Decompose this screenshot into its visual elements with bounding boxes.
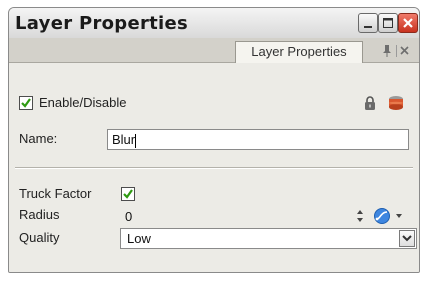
title-bar[interactable]: Layer Properties	[9, 8, 419, 39]
window-title: Layer Properties	[15, 13, 189, 34]
function-curve-icon[interactable]	[372, 206, 392, 226]
enable-disable-label: Enable/Disable	[39, 95, 127, 110]
dropdown-arrow-icon[interactable]	[395, 212, 403, 220]
truck-factor-label: Truck Factor	[19, 186, 92, 201]
pin-icon[interactable]	[383, 45, 391, 57]
name-value: Blur	[112, 132, 136, 147]
quality-label: Quality	[19, 230, 60, 245]
truck-factor-checkbox[interactable]	[121, 187, 135, 201]
minimize-icon	[364, 26, 372, 28]
tab-strip: Layer Properties	[9, 38, 419, 63]
layer-color-icon[interactable]	[386, 94, 406, 112]
section-divider	[15, 167, 413, 169]
stepper-icon[interactable]	[355, 209, 365, 223]
quality-select[interactable]: Low	[120, 228, 417, 249]
name-label: Name:	[19, 131, 58, 146]
quality-value: Low	[127, 231, 151, 246]
radius-label: Radius	[19, 207, 60, 222]
quality-dropdown-button[interactable]	[399, 230, 415, 247]
close-icon	[403, 18, 413, 28]
radius-value: 0	[125, 209, 133, 224]
chevron-down-icon	[402, 235, 412, 242]
maximize-button[interactable]	[378, 13, 398, 33]
lock-icon[interactable]	[361, 94, 379, 112]
checkmark-icon	[123, 189, 133, 199]
tab-controls	[379, 42, 417, 60]
name-field[interactable]: Blur	[107, 129, 409, 150]
tab-layer-properties[interactable]: Layer Properties	[235, 41, 363, 63]
minimize-button[interactable]	[358, 13, 378, 33]
close-icon[interactable]	[400, 46, 409, 55]
checkmark-icon	[21, 98, 31, 108]
close-button[interactable]	[398, 13, 418, 33]
maximize-icon	[383, 18, 393, 28]
text-caret	[135, 133, 137, 148]
radius-field[interactable]: 0	[120, 206, 353, 226]
layer-properties-window: Layer Properties Layer Properties Enable…	[8, 7, 420, 273]
enable-disable-checkbox[interactable]	[19, 96, 33, 110]
layer-properties-panel: Enable/Disable Name: Blur Truck Factor R…	[9, 63, 419, 272]
